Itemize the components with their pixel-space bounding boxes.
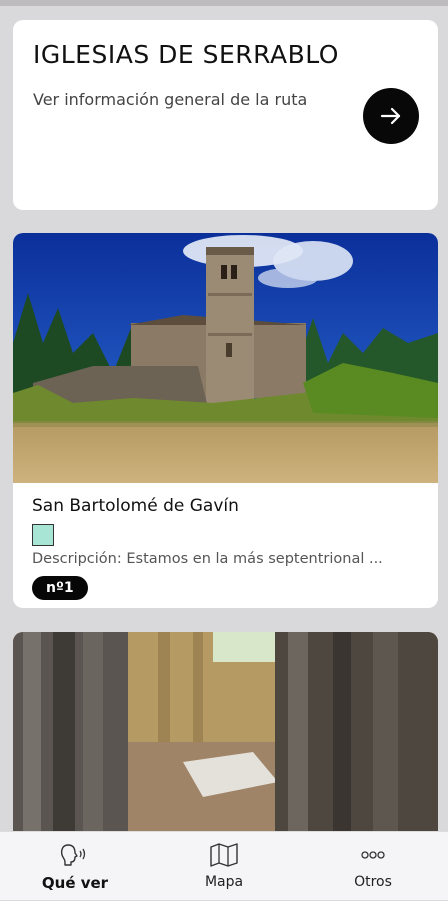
arrow-right-icon: [380, 107, 401, 125]
place-number-badge: nº1: [32, 576, 88, 600]
color-swatch: [32, 524, 54, 546]
place-card[interactable]: [13, 632, 438, 842]
nav-label: Mapa: [204, 874, 244, 890]
place-description: Descripción: Estamos en la más septentri…: [32, 551, 383, 567]
route-title: IGLESIAS DE SERRABLO: [33, 40, 339, 69]
route-info-button[interactable]: [363, 88, 419, 144]
nav-item-mapa[interactable]: Mapa: [149, 832, 299, 901]
church-photo: [13, 233, 438, 483]
nav-label: Qué ver: [41, 874, 109, 892]
place-name: San Bartolomé de Gavín: [32, 496, 239, 516]
route-info-card[interactable]: IGLESIAS DE SERRABLO Ver información gen…: [13, 20, 438, 210]
ruins-photo: [13, 632, 438, 842]
place-card[interactable]: San Bartolomé de Gavín Descripción: Esta…: [13, 233, 438, 608]
bottom-navigation: Qué ver Mapa Otros: [0, 831, 448, 900]
status-bar: [0, 0, 448, 6]
nav-item-que-ver[interactable]: Qué ver: [0, 832, 150, 901]
nav-item-otros[interactable]: Otros: [298, 832, 448, 901]
map-icon: [208, 842, 240, 868]
nav-label: Otros: [354, 874, 392, 890]
more-icon: [357, 842, 389, 868]
route-info-link[interactable]: Ver información general de la ruta: [33, 90, 307, 109]
audio-guide-icon: [59, 842, 91, 868]
